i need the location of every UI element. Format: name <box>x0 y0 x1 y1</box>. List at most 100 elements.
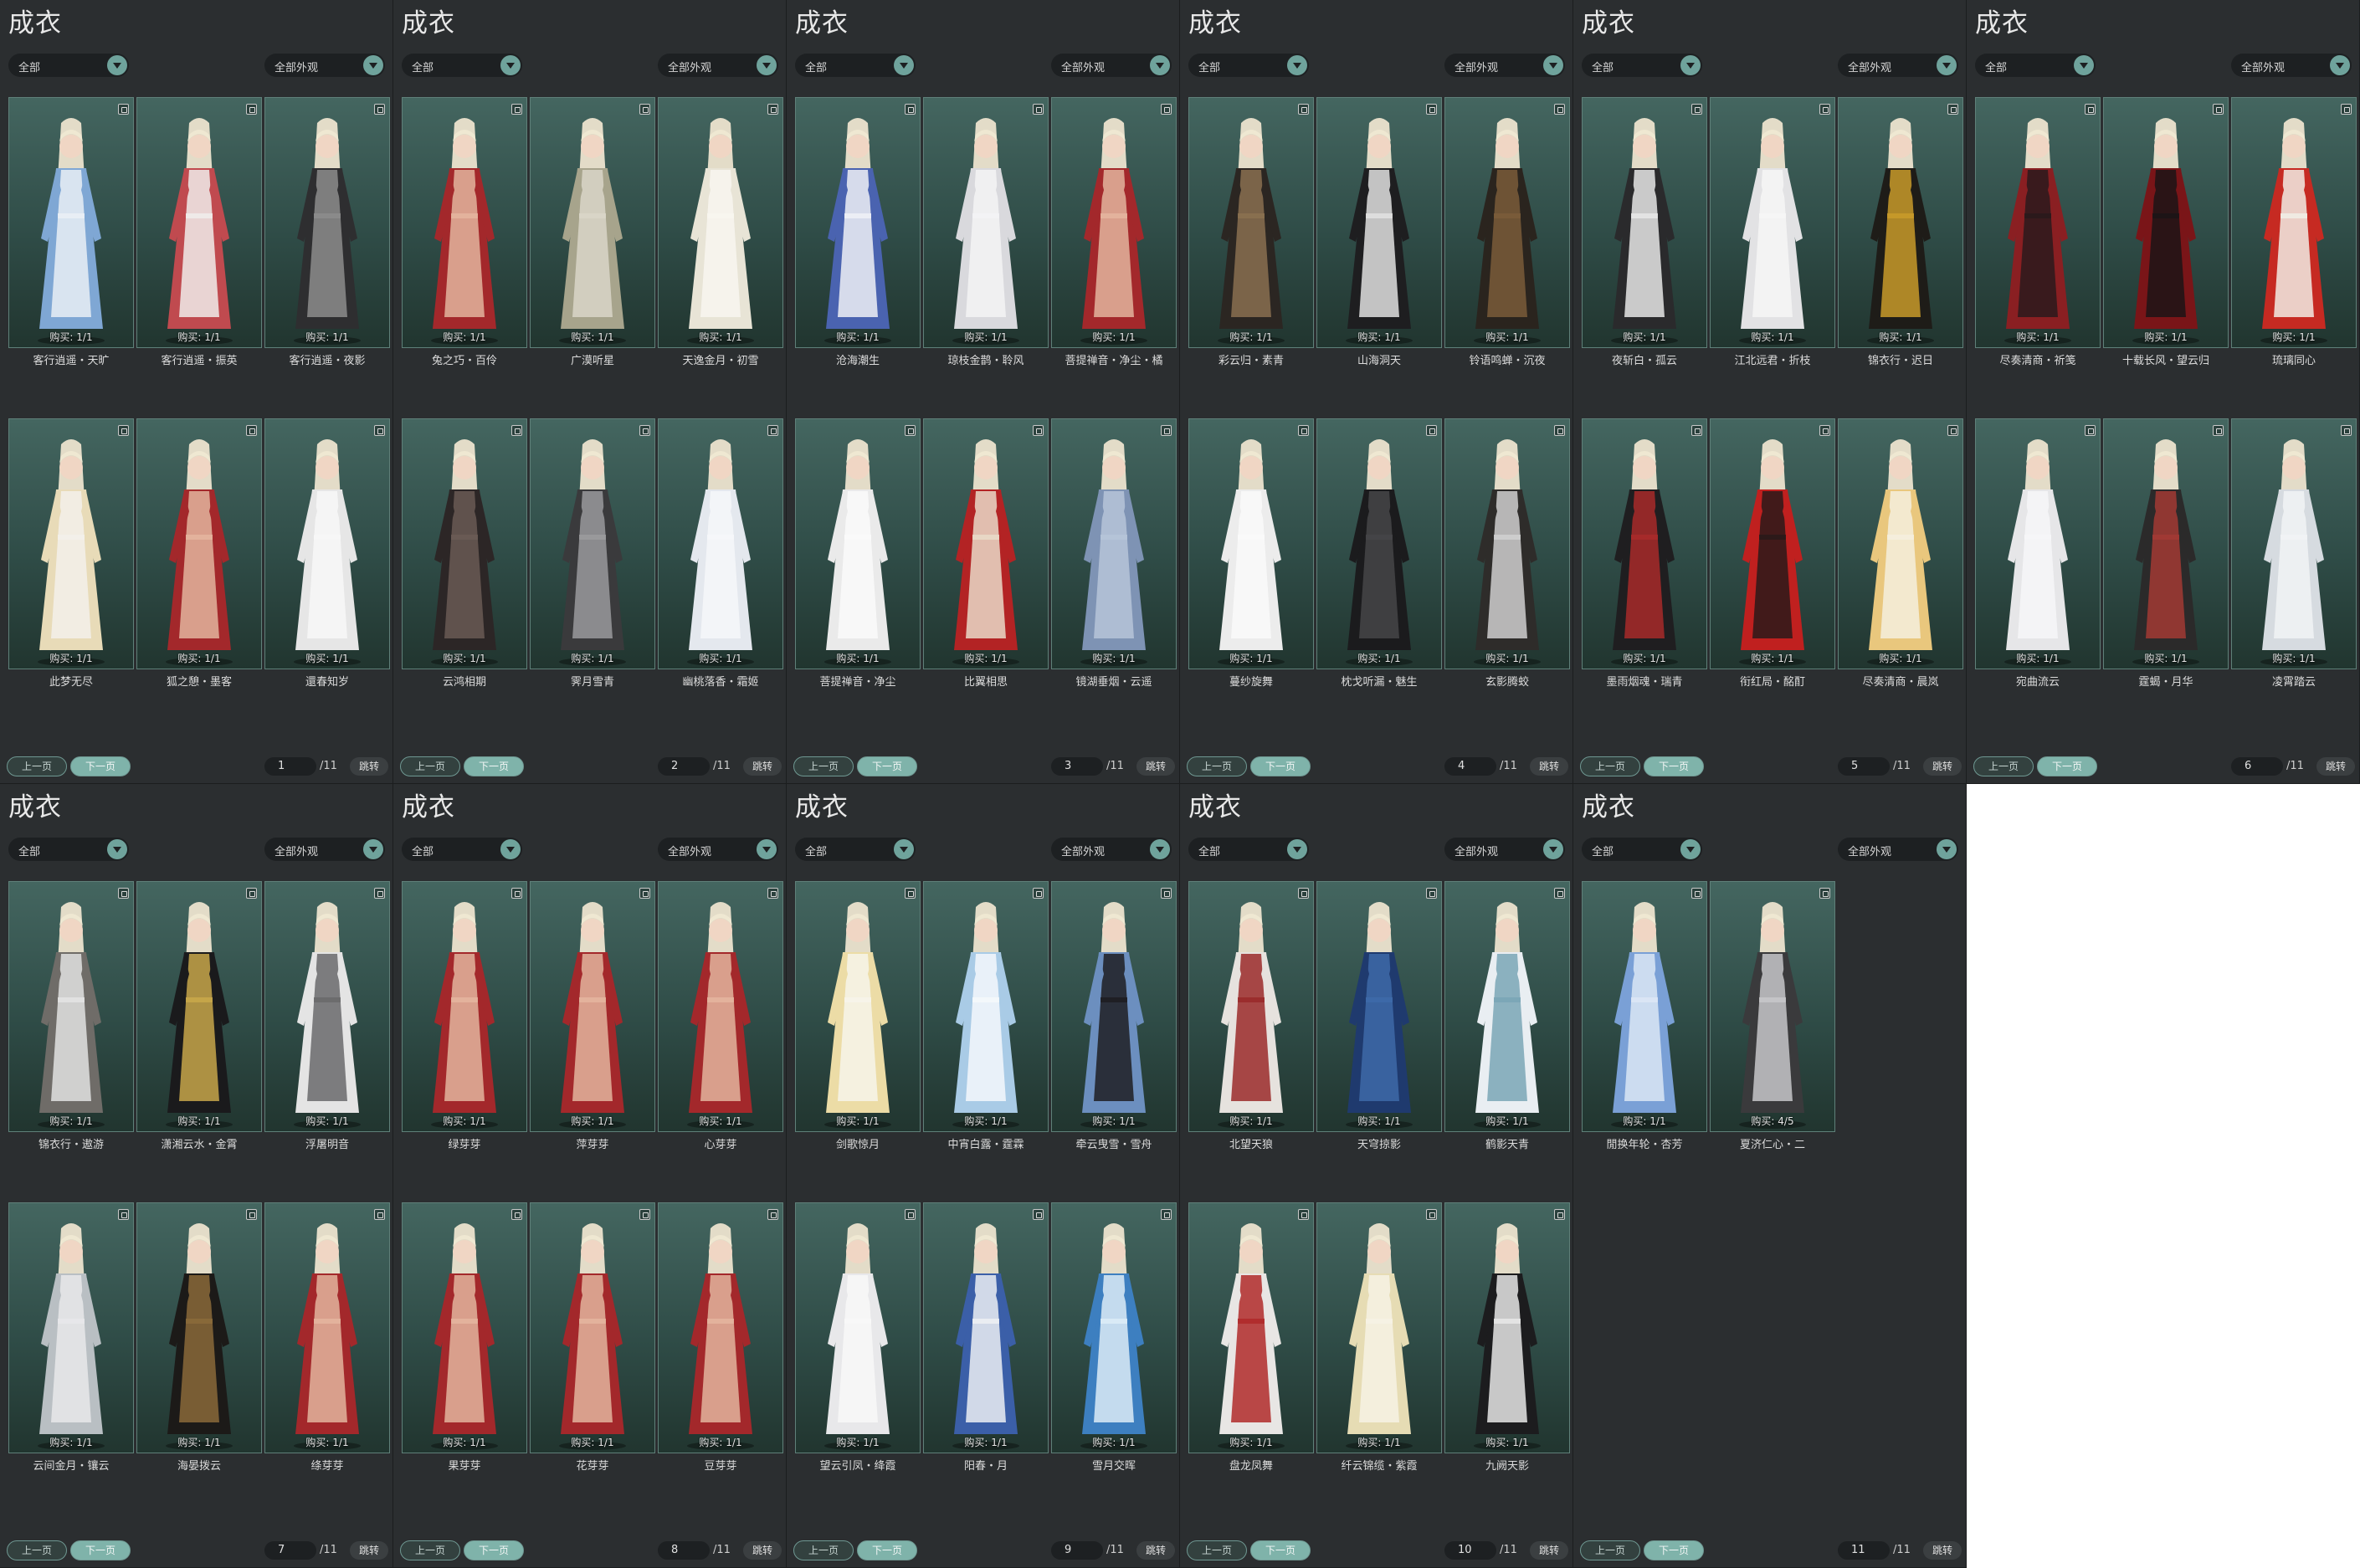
category-filter-dropdown[interactable]: 全部 <box>8 54 129 77</box>
outfit-card[interactable]: 购买: 1/1 <box>1444 1202 1570 1453</box>
outfit-card[interactable]: 购买: 1/1 <box>2231 97 2357 348</box>
next-page-button[interactable]: 下一页 <box>1250 756 1311 776</box>
outfit-card[interactable]: 购买: 1/1 <box>1316 881 1442 1132</box>
jump-button[interactable]: 跳转 <box>1530 757 1568 776</box>
outfit-card[interactable]: 购买: 1/1 <box>658 97 783 348</box>
appearance-filter-dropdown[interactable]: 全部外观 <box>1444 838 1565 861</box>
page-number-input[interactable]: 6 <box>2231 757 2283 776</box>
prev-page-button[interactable]: 上一页 <box>1187 756 1247 776</box>
appearance-filter-dropdown[interactable]: 全部外观 <box>1444 54 1565 77</box>
prev-page-button[interactable]: 上一页 <box>1187 1540 1247 1560</box>
outfit-card[interactable]: 购买: 1/1 <box>923 418 1049 669</box>
outfit-card[interactable]: 购买: 1/1 <box>1710 97 1835 348</box>
page-number-input[interactable]: 7 <box>264 1541 316 1560</box>
outfit-card[interactable]: 购买: 1/1 <box>923 97 1049 348</box>
next-page-button[interactable]: 下一页 <box>857 756 917 776</box>
outfit-card[interactable]: 购买: 1/1 <box>402 418 527 669</box>
outfit-card[interactable]: 购买: 1/1 <box>402 97 527 348</box>
appearance-filter-dropdown[interactable]: 全部外观 <box>264 54 385 77</box>
outfit-card[interactable]: 购买: 1/1 <box>264 1202 390 1453</box>
outfit-card[interactable]: 购买: 1/1 <box>8 881 134 1132</box>
next-page-button[interactable]: 下一页 <box>464 1540 524 1560</box>
outfit-card[interactable]: 购买: 1/1 <box>1582 881 1707 1132</box>
outfit-card[interactable]: 购买: 1/1 <box>136 1202 262 1453</box>
chevron-down-icon[interactable] <box>1680 839 1701 859</box>
outfit-card[interactable]: 购买: 1/1 <box>1582 418 1707 669</box>
outfit-card[interactable]: 购买: 1/1 <box>1838 97 1963 348</box>
next-page-button[interactable]: 下一页 <box>464 756 524 776</box>
outfit-card[interactable]: 购买: 1/1 <box>923 1202 1049 1453</box>
chevron-down-icon[interactable] <box>1937 55 1957 75</box>
outfit-card[interactable]: 购买: 1/1 <box>1838 418 1963 669</box>
jump-button[interactable]: 跳转 <box>743 1541 782 1560</box>
page-number-input[interactable]: 3 <box>1051 757 1103 776</box>
appearance-filter-dropdown[interactable]: 全部外观 <box>1838 54 1958 77</box>
outfit-card[interactable]: 购买: 1/1 <box>2103 418 2229 669</box>
outfit-card[interactable]: 购买: 1/1 <box>1188 1202 1314 1453</box>
outfit-card[interactable]: 购买: 1/1 <box>530 418 655 669</box>
outfit-card[interactable]: 购买: 1/1 <box>264 881 390 1132</box>
page-number-input[interactable]: 10 <box>1444 1541 1496 1560</box>
appearance-filter-dropdown[interactable]: 全部外观 <box>264 838 385 861</box>
chevron-down-icon[interactable] <box>2074 55 2094 75</box>
appearance-filter-dropdown[interactable]: 全部外观 <box>658 54 778 77</box>
chevron-down-icon[interactable] <box>1150 839 1170 859</box>
prev-page-button[interactable]: 上一页 <box>7 756 67 776</box>
jump-button[interactable]: 跳转 <box>350 757 388 776</box>
prev-page-button[interactable]: 上一页 <box>1580 1540 1640 1560</box>
outfit-card[interactable]: 购买: 1/1 <box>1444 418 1570 669</box>
outfit-card[interactable]: 购买: 1/1 <box>8 1202 134 1453</box>
chevron-down-icon[interactable] <box>363 839 383 859</box>
prev-page-button[interactable]: 上一页 <box>400 756 460 776</box>
outfit-card[interactable]: 购买: 1/1 <box>1188 881 1314 1132</box>
outfit-card[interactable]: 购买: 1/1 <box>264 97 390 348</box>
jump-button[interactable]: 跳转 <box>1923 1541 1962 1560</box>
outfit-card[interactable]: 购买: 1/1 <box>923 881 1049 1132</box>
outfit-card[interactable]: 购买: 1/1 <box>1710 418 1835 669</box>
outfit-card[interactable]: 购买: 1/1 <box>658 881 783 1132</box>
next-page-button[interactable]: 下一页 <box>70 756 131 776</box>
outfit-card[interactable]: 购买: 1/1 <box>795 881 921 1132</box>
outfit-card[interactable]: 购买: 1/1 <box>2103 97 2229 348</box>
chevron-down-icon[interactable] <box>2330 55 2350 75</box>
category-filter-dropdown[interactable]: 全部 <box>1582 838 1702 861</box>
chevron-down-icon[interactable] <box>500 55 521 75</box>
category-filter-dropdown[interactable]: 全部 <box>402 838 522 861</box>
category-filter-dropdown[interactable]: 全部 <box>1582 54 1702 77</box>
chevron-down-icon[interactable] <box>1543 839 1563 859</box>
outfit-card[interactable]: 购买: 1/1 <box>8 97 134 348</box>
prev-page-button[interactable]: 上一页 <box>793 1540 854 1560</box>
outfit-card[interactable]: 购买: 1/1 <box>658 418 783 669</box>
jump-button[interactable]: 跳转 <box>1136 1541 1175 1560</box>
jump-button[interactable]: 跳转 <box>350 1541 388 1560</box>
outfit-card[interactable]: 购买: 1/1 <box>530 881 655 1132</box>
category-filter-dropdown[interactable]: 全部 <box>1188 838 1309 861</box>
outfit-card[interactable]: 购买: 1/1 <box>1051 418 1177 669</box>
outfit-card[interactable]: 购买: 1/1 <box>1444 881 1570 1132</box>
chevron-down-icon[interactable] <box>757 839 777 859</box>
jump-button[interactable]: 跳转 <box>2316 757 2355 776</box>
outfit-card[interactable]: 购买: 1/1 <box>1051 1202 1177 1453</box>
outfit-card[interactable]: 购买: 1/1 <box>1444 97 1570 348</box>
next-page-button[interactable]: 下一页 <box>1250 1540 1311 1560</box>
chevron-down-icon[interactable] <box>1543 55 1563 75</box>
appearance-filter-dropdown[interactable]: 全部外观 <box>1051 54 1172 77</box>
outfit-card[interactable]: 购买: 1/1 <box>136 97 262 348</box>
chevron-down-icon[interactable] <box>363 55 383 75</box>
chevron-down-icon[interactable] <box>500 839 521 859</box>
page-number-input[interactable]: 4 <box>1444 757 1496 776</box>
chevron-down-icon[interactable] <box>894 55 914 75</box>
category-filter-dropdown[interactable]: 全部 <box>8 838 129 861</box>
outfit-card[interactable]: 购买: 1/1 <box>402 1202 527 1453</box>
next-page-button[interactable]: 下一页 <box>1644 756 1704 776</box>
prev-page-button[interactable]: 上一页 <box>7 1540 67 1560</box>
outfit-card[interactable]: 购买: 1/1 <box>1051 97 1177 348</box>
outfit-card[interactable]: 购买: 1/1 <box>1051 881 1177 1132</box>
outfit-card[interactable]: 购买: 1/1 <box>8 418 134 669</box>
prev-page-button[interactable]: 上一页 <box>400 1540 460 1560</box>
outfit-card[interactable]: 购买: 1/1 <box>2231 418 2357 669</box>
appearance-filter-dropdown[interactable]: 全部外观 <box>1838 838 1958 861</box>
category-filter-dropdown[interactable]: 全部 <box>795 54 916 77</box>
page-number-input[interactable]: 11 <box>1838 1541 1890 1560</box>
next-page-button[interactable]: 下一页 <box>70 1540 131 1560</box>
